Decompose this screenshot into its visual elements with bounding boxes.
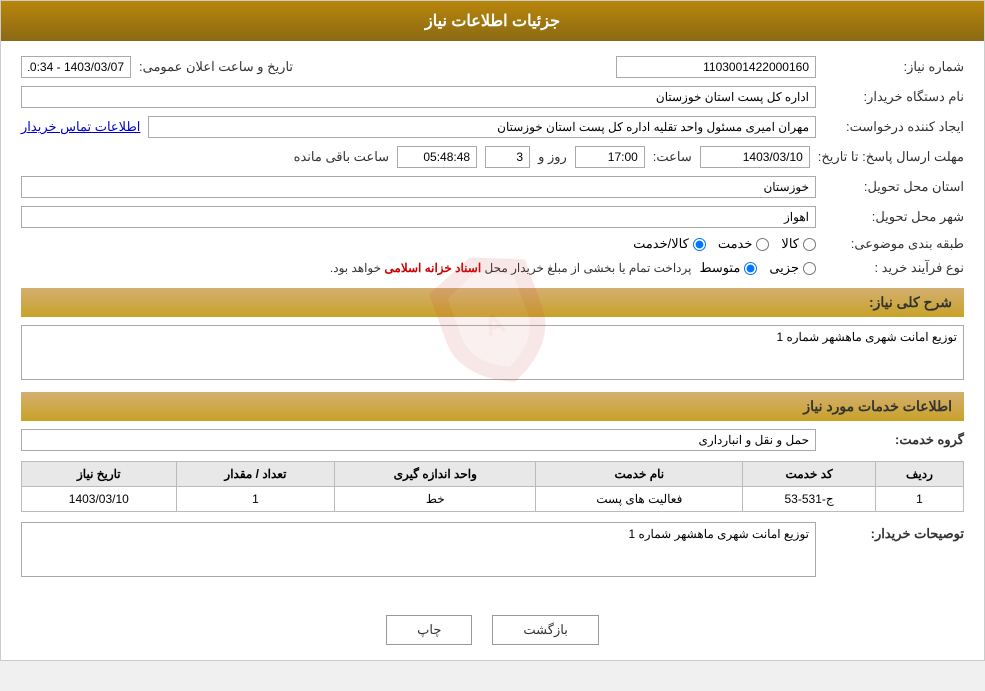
cell-service-name: فعالیت های پست [536,487,743,512]
category-khedmat-label: خدمت [718,236,753,252]
services-table: ردیف کد خدمت نام خدمت واحد اندازه گیری ت… [21,461,964,512]
delivery-province-input[interactable] [21,176,816,198]
need-number-label: شماره نیاز: [824,59,964,75]
purchase-notice-highlight: اسناد خزانه اسلامی [384,261,481,275]
table-row: 1 ج-531-53 فعالیت های پست خط 1 1403/03/1… [22,487,964,512]
response-time-label: ساعت: [653,149,692,165]
type-jozi-radio[interactable] [803,262,816,275]
cell-service-code: ج-531-53 [743,487,876,512]
general-description-section-header: شرح کلی نیاز: [21,288,964,317]
announce-datetime-label: تاریخ و ساعت اعلان عمومی: [139,59,293,75]
buyer-description-textarea[interactable]: توزیع امانت شهری ماهشهر شماره 1 [21,522,816,577]
delivery-city-row: شهر محل تحویل: [21,206,964,228]
buyer-description-row: توصیحات خریدار: توزیع امانت شهری ماهشهر … [21,522,964,577]
bottom-buttons: بازگشت چاپ [1,600,984,660]
category-kala-khedmat-label: کالا/خدمت [633,236,689,252]
category-row: طبقه بندی موضوعی: کالا خدمت کالا/خدمت [21,236,964,252]
col-date: تاریخ نیاز [22,462,177,487]
type-motavaset-radio[interactable] [744,262,757,275]
cell-unit: خط [335,487,536,512]
category-kala-radio[interactable] [803,238,816,251]
delivery-city-input[interactable] [21,206,816,228]
col-service-code: کد خدمت [743,462,876,487]
response-days-label: روز و [538,149,567,165]
response-deadline-label: مهلت ارسال پاسخ: تا تاریخ: [818,149,964,165]
category-kala: کالا [781,236,816,252]
response-date-input[interactable] [700,146,810,168]
back-button[interactable]: بازگشت [492,615,598,645]
delivery-city-label: شهر محل تحویل: [824,209,964,225]
category-khedmat: خدمت [718,236,770,252]
need-number-input[interactable] [616,56,816,78]
type-jozi: جزیی [769,260,816,276]
page-title: جزئیات اطلاعات نیاز [425,13,560,30]
col-unit: واحد اندازه گیری [335,462,536,487]
requester-row: ایجاد کننده درخواست: اطلاعات تماس خریدار [21,116,964,138]
contact-info-link[interactable]: اطلاعات تماس خریدار [21,119,140,135]
col-row-num: ردیف [875,462,963,487]
general-description-row: توزیع امانت شهری ماهشهر شماره 1 [21,325,964,380]
purchase-type-label: نوع فرآیند خرید : [824,260,964,276]
buyer-org-label: نام دستگاه خریدار: [824,89,964,105]
type-motavaset-label: متوسط [699,260,740,276]
page-wrapper: جزئیات اطلاعات نیاز A شماره نیاز: تاریخ … [0,0,985,661]
response-time-input[interactable] [575,146,645,168]
requester-label: ایجاد کننده درخواست: [824,119,964,135]
response-remaining-input[interactable] [397,146,477,168]
announce-datetime-input[interactable] [21,56,131,78]
services-table-section: ردیف کد خدمت نام خدمت واحد اندازه گیری ت… [21,461,964,512]
table-header-row: ردیف کد خدمت نام خدمت واحد اندازه گیری ت… [22,462,964,487]
general-description-textarea[interactable]: توزیع امانت شهری ماهشهر شماره 1 [21,325,964,380]
cell-quantity: 1 [176,487,335,512]
response-remaining-label: ساعت باقی مانده [294,149,389,165]
delivery-province-row: استان محل تحویل: [21,176,964,198]
service-group-row: گروه خدمت: [21,429,964,451]
general-description-label: شرح کلی نیاز: [869,294,952,310]
services-section-header: اطلاعات خدمات مورد نیاز [21,392,964,421]
services-section-label: اطلاعات خدمات مورد نیاز [803,398,952,414]
requester-input[interactable] [148,116,816,138]
buyer-org-input[interactable] [21,86,816,108]
category-kala-label: کالا [781,236,799,252]
service-group-label: گروه خدمت: [824,432,964,448]
purchase-type-row: نوع فرآیند خرید : جزیی متوسط پرداخت تمام… [21,260,964,276]
delivery-province-label: استان محل تحویل: [824,179,964,195]
content-area: A شماره نیاز: تاریخ و ساعت اعلان عمومی: … [1,41,984,600]
type-jozi-label: جزیی [769,260,799,276]
category-label: طبقه بندی موضوعی: [824,236,964,252]
purchase-type-radio-group: جزیی متوسط [699,260,816,276]
cell-date: 1403/03/10 [22,487,177,512]
buyer-org-row: نام دستگاه خریدار: [21,86,964,108]
type-motavaset: متوسط [699,260,757,276]
category-kala-khedmat-radio[interactable] [693,238,706,251]
response-deadline-row: مهلت ارسال پاسخ: تا تاریخ: ساعت: روز و س… [21,146,964,168]
need-number-row: شماره نیاز: تاریخ و ساعت اعلان عمومی: [21,56,964,78]
buyer-description-label: توصیحات خریدار: [824,522,964,542]
cell-row-num: 1 [875,487,963,512]
category-radio-group: کالا خدمت کالا/خدمت [633,236,816,252]
print-button[interactable]: چاپ [386,615,472,645]
category-khedmat-radio[interactable] [756,238,769,251]
col-service-name: نام خدمت [536,462,743,487]
purchase-notice-end: خواهد بود. [330,261,381,275]
response-days-input[interactable] [485,146,530,168]
category-kala-khedmat: کالا/خدمت [633,236,706,252]
page-header: جزئیات اطلاعات نیاز [1,1,984,41]
purchase-notice: پرداخت تمام یا بخشی از مبلغ خریدار محل ا… [330,261,692,275]
col-quantity: تعداد / مقدار [176,462,335,487]
service-group-input[interactable] [21,429,816,451]
